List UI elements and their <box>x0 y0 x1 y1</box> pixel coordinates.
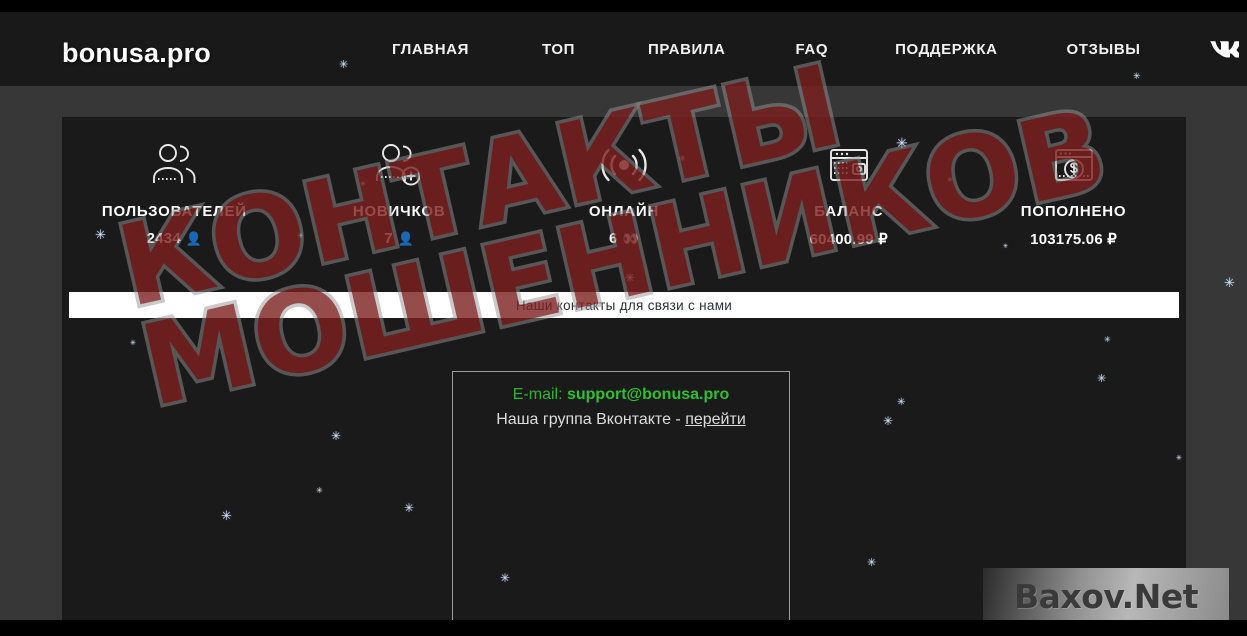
stat-balance-number: 60400.99 ₽ <box>809 231 888 248</box>
nav-link-support-label: ПОДДЕРЖКА <box>895 40 998 58</box>
nav-link-home[interactable]: ГЛАВНАЯ <box>392 41 469 58</box>
contact-email-row: E-mail: support@bonusa.pro <box>453 386 789 404</box>
nav-link-reviews[interactable]: ОТЗЫВЫ <box>1067 41 1141 58</box>
stat-online-label: ОНЛАЙН <box>588 203 660 220</box>
contacts-banner: Наши контакты для связи с нами <box>69 292 1179 318</box>
baxov-watermark: Baxov.Net <box>983 568 1229 624</box>
stat-newcomers-value: 7 👤 <box>384 230 414 247</box>
nav-link-faq-label: FAQ <box>795 40 829 58</box>
page-body: ПОЛЬЗОВАТЕЛЕЙ 2434 👤 НОВИЧКОВ 7 👤 ОНЛАЙН… <box>0 86 1247 620</box>
signal-icon <box>598 139 650 191</box>
nav-link-rules-label: ПРАВИЛА <box>648 40 726 58</box>
stat-replenished: ПОПОЛНЕНО 103175.06 ₽ <box>961 117 1186 248</box>
stat-online-number: 6 <box>609 230 618 247</box>
vk-icon[interactable] <box>1207 38 1241 60</box>
stat-online: ОНЛАЙН 6 👀 <box>512 117 737 247</box>
stat-replenished-label: ПОПОЛНЕНО <box>1020 203 1127 220</box>
content-panel: ПОЛЬЗОВАТЕЛЕЙ 2434 👤 НОВИЧКОВ 7 👤 ОНЛАЙН… <box>62 117 1186 620</box>
person-icon: 👤 <box>185 230 203 246</box>
wallet-icon <box>823 139 875 191</box>
page-root: bonusa.pro ГЛАВНАЯ ТОП ПРАВИЛА FAQ ПОДДЕ… <box>0 0 1247 636</box>
nav-link-top-label: ТОП <box>541 40 576 58</box>
baxov-watermark-text: Baxov.Net <box>1013 576 1199 616</box>
stat-newcomers-number: 7 <box>384 230 393 247</box>
stats-row: ПОЛЬЗОВАТЕЛЕЙ 2434 👤 НОВИЧКОВ 7 👤 ОНЛАЙН… <box>62 117 1186 277</box>
stat-users-value: 2434 👤 <box>147 230 203 247</box>
person-icon: 👤 <box>397 230 415 246</box>
nav-link-reviews-label: ОТЗЫВЫ <box>1066 40 1141 58</box>
stat-users-label: ПОЛЬЗОВАТЕЛЕЙ <box>101 203 247 220</box>
contact-email-address[interactable]: support@bonusa.pro <box>567 386 729 403</box>
site-navbar: bonusa.pro ГЛАВНАЯ ТОП ПРАВИЛА FAQ ПОДДЕ… <box>0 12 1247 86</box>
stat-balance: БАЛАНС 60400.99 ₽ <box>736 117 961 248</box>
user-add-icon <box>373 139 425 191</box>
contact-vk-link[interactable]: перейти <box>685 411 746 428</box>
contacts-banner-text: Наши контакты для связи с нами <box>515 297 733 313</box>
eyes-icon: 👀 <box>622 230 639 246</box>
contact-card: E-mail: support@bonusa.pro Наша группа В… <box>452 371 790 620</box>
nav-link-support[interactable]: ПОДДЕРЖКА <box>895 41 997 58</box>
cashout-icon <box>1048 139 1100 191</box>
nav-link-faq[interactable]: FAQ <box>796 41 829 58</box>
nav-link-rules[interactable]: ПРАВИЛА <box>648 41 725 58</box>
top-black-strip <box>0 0 1247 12</box>
stat-newcomers: НОВИЧКОВ 7 👤 <box>287 117 512 247</box>
contact-vk-row: Наша группа Вконтакте - перейти <box>453 411 789 429</box>
stat-newcomers-label: НОВИЧКОВ <box>352 203 446 220</box>
stat-replenished-value: 103175.06 ₽ <box>1030 230 1117 248</box>
users-icon <box>148 139 200 191</box>
contact-vk-prefix: Наша группа Вконтакте - <box>496 411 686 428</box>
site-logo[interactable]: bonusa.pro <box>62 38 211 69</box>
nav-link-home-label: ГЛАВНАЯ <box>392 40 469 58</box>
stat-users-number: 2434 <box>146 230 181 247</box>
stat-online-value: 6 👀 <box>609 230 639 247</box>
nav-link-top[interactable]: ТОП <box>542 41 575 58</box>
stat-users: ПОЛЬЗОВАТЕЛЕЙ 2434 👤 <box>62 117 287 247</box>
stat-balance-value: 60400.99 ₽ <box>810 230 888 248</box>
contact-email-prefix: E-mail: <box>512 386 567 403</box>
main-navigation: ГЛАВНАЯ ТОП ПРАВИЛА FAQ ПОДДЕРЖКА ОТЗЫВЫ <box>392 12 1241 86</box>
stat-balance-label: БАЛАНС <box>814 203 884 220</box>
bottom-black-strip <box>0 620 1247 636</box>
stat-replenished-number: 103175.06 ₽ <box>1030 231 1117 248</box>
